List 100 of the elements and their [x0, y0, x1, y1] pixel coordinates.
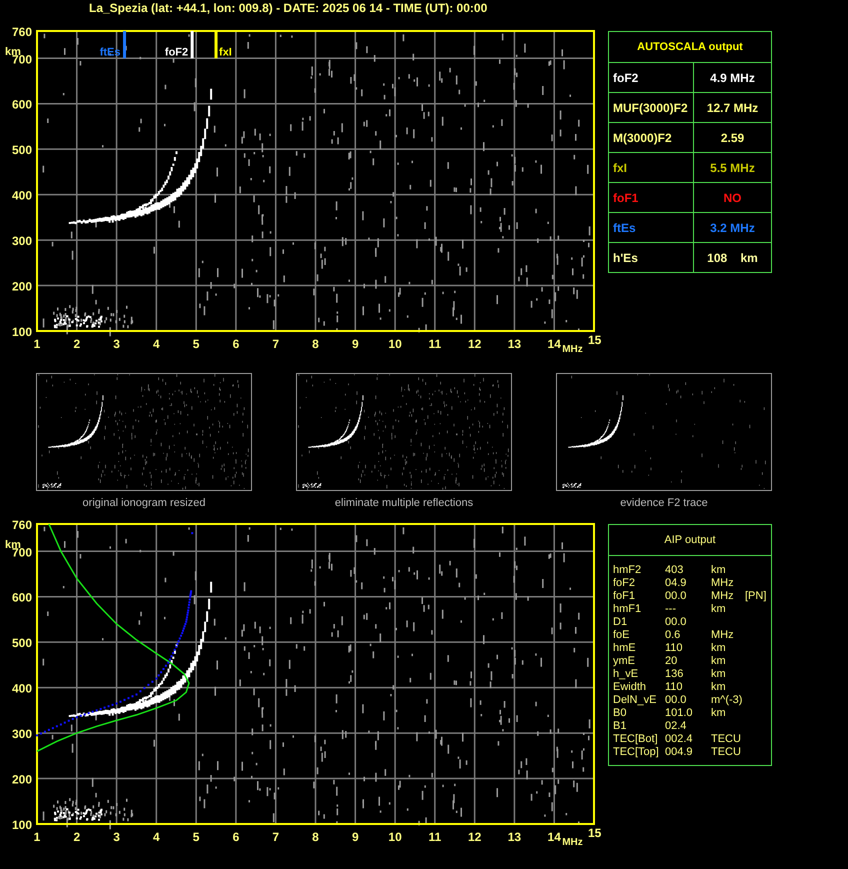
parameter-value: NO [724, 190, 742, 204]
parameter-unit: km [711, 668, 727, 681]
parameter-value: 110 [665, 642, 684, 655]
y-tick-label: 300 [12, 727, 32, 742]
parameter-name: fxI [613, 160, 628, 174]
parameter-name: foE [613, 629, 631, 642]
y-tick-label: 760 [12, 26, 32, 39]
parameter-name: TEC[Bot] [613, 733, 659, 746]
y-tick-label: 100 [12, 818, 32, 832]
parameter-name: ftEs [613, 220, 636, 234]
thumbnail-caption: evidence F2 trace [620, 497, 708, 509]
parameter-value: 02.4 [665, 720, 688, 733]
x-tick-label: 14 [548, 337, 561, 351]
parameter-name: foF2 [613, 577, 636, 590]
parameter-unit: TECU [711, 733, 742, 746]
marker-label: foF2 [164, 46, 188, 58]
x-tick-label: 15 [588, 826, 602, 840]
y-tick-label: 200 [12, 772, 32, 787]
y-tick-label: 600 [12, 590, 32, 605]
x-tick-label: 12 [468, 337, 482, 351]
parameter-name: hmF2 [613, 564, 642, 577]
panel-title: AUTOSCALA output [609, 32, 771, 63]
x-axis-unit: MHz [562, 344, 583, 355]
x-tick-label: 6 [232, 337, 240, 351]
y-tick-label: 400 [12, 682, 32, 696]
parameter-name: foF2 [613, 70, 638, 84]
x-tick-label: 7 [272, 830, 280, 844]
parameter-value: 00.0 [665, 590, 688, 603]
parameter-value: 04.9 [665, 577, 688, 590]
parameter-value: 108 km [707, 250, 758, 264]
thumbnail-caption: eliminate multiple reflections [334, 497, 474, 509]
x-tick-label: 2 [73, 830, 80, 844]
parameter-value: 2.59 [720, 130, 744, 144]
parameter-value: 12.7 MHz [706, 100, 758, 114]
parameter-name: foF1 [613, 590, 636, 603]
parameter-name: Ewidth [613, 681, 648, 694]
parameter-name: D1 [613, 616, 628, 629]
parameter-value: 00.0 [665, 694, 688, 707]
x-tick-label: 3 [113, 337, 120, 351]
marker-label: ftEs [100, 46, 121, 58]
x-tick-label: 11 [428, 830, 442, 844]
x-tick-label: 1 [34, 337, 40, 351]
panel-title: AIP output [609, 525, 771, 556]
parameter-value: 5.5 MHz [710, 160, 755, 174]
x-tick-label: 10 [388, 337, 402, 351]
parameter-value: --- [665, 603, 677, 616]
x-tick-label: 13 [508, 830, 522, 844]
x-tick-label: 5 [192, 830, 200, 844]
x-axis-unit: MHz [562, 837, 583, 848]
parameter-name: h'Es [613, 250, 638, 264]
parameter-value: 110 [665, 681, 684, 694]
y-tick-label: 760 [12, 519, 32, 532]
parameter-name: TEC[Top] [613, 746, 660, 759]
parameter-name: foF1 [613, 190, 638, 204]
parameter-unit: TECU [711, 746, 742, 759]
y-tick-label: 300 [12, 234, 32, 248]
y-tick-label: 200 [12, 280, 32, 294]
parameter-value: 004.9 [665, 746, 694, 759]
parameter-unit: km [711, 655, 727, 668]
parameter-unit: km [711, 707, 727, 720]
x-tick-label: 13 [508, 337, 522, 351]
y-tick-label: 100 [12, 325, 32, 339]
x-tick-label: 4 [153, 830, 160, 844]
parameter-value: 101.0 [665, 707, 694, 720]
parameter-name: B0 [613, 707, 628, 720]
x-tick-label: 9 [352, 830, 359, 844]
parameter-name: h_vE [613, 668, 640, 681]
x-tick-label: 12 [468, 830, 482, 844]
y-tick-label: 400 [12, 188, 32, 203]
x-tick-label: 6 [232, 830, 240, 844]
parameter-name: B1 [613, 720, 628, 733]
x-tick-label: 3 [113, 830, 120, 844]
y-tick-label: 600 [12, 98, 32, 112]
parameter-value: 00.0 [665, 616, 688, 629]
parameter-name: hmF1 [613, 603, 642, 616]
parameter-value: 20 [665, 655, 678, 668]
x-tick-label: 4 [153, 337, 160, 351]
parameter-unit: MHz [711, 577, 735, 590]
parameter-unit: MHz [711, 590, 735, 603]
parameter-name: DelN_vE [613, 694, 658, 707]
parameter-value: 002.4 [665, 733, 694, 746]
parameter-name: MUF(3000)F2 [613, 100, 688, 114]
x-tick-label: 5 [192, 337, 200, 351]
parameter-unit: km [711, 642, 727, 655]
parameter-name: ymE [613, 655, 636, 668]
parameter-value: 136 [665, 668, 684, 681]
marker-label: fxI [219, 46, 232, 58]
parameter-note: [PN] [745, 590, 766, 603]
x-tick-label: 7 [272, 337, 280, 351]
x-tick-label: 2 [73, 337, 80, 351]
y-tick-label: 500 [12, 636, 32, 650]
parameter-value: 403 [665, 564, 684, 577]
x-tick-label: 14 [548, 830, 561, 844]
x-tick-label: 15 [588, 333, 602, 347]
parameter-unit: km [711, 603, 727, 616]
parameter-value: 4.9 MHz [710, 70, 755, 84]
y-tick-label: 500 [12, 143, 32, 158]
x-tick-label: 8 [312, 830, 319, 844]
parameter-unit: MHz [711, 629, 735, 642]
parameter-unit: km [711, 681, 727, 694]
